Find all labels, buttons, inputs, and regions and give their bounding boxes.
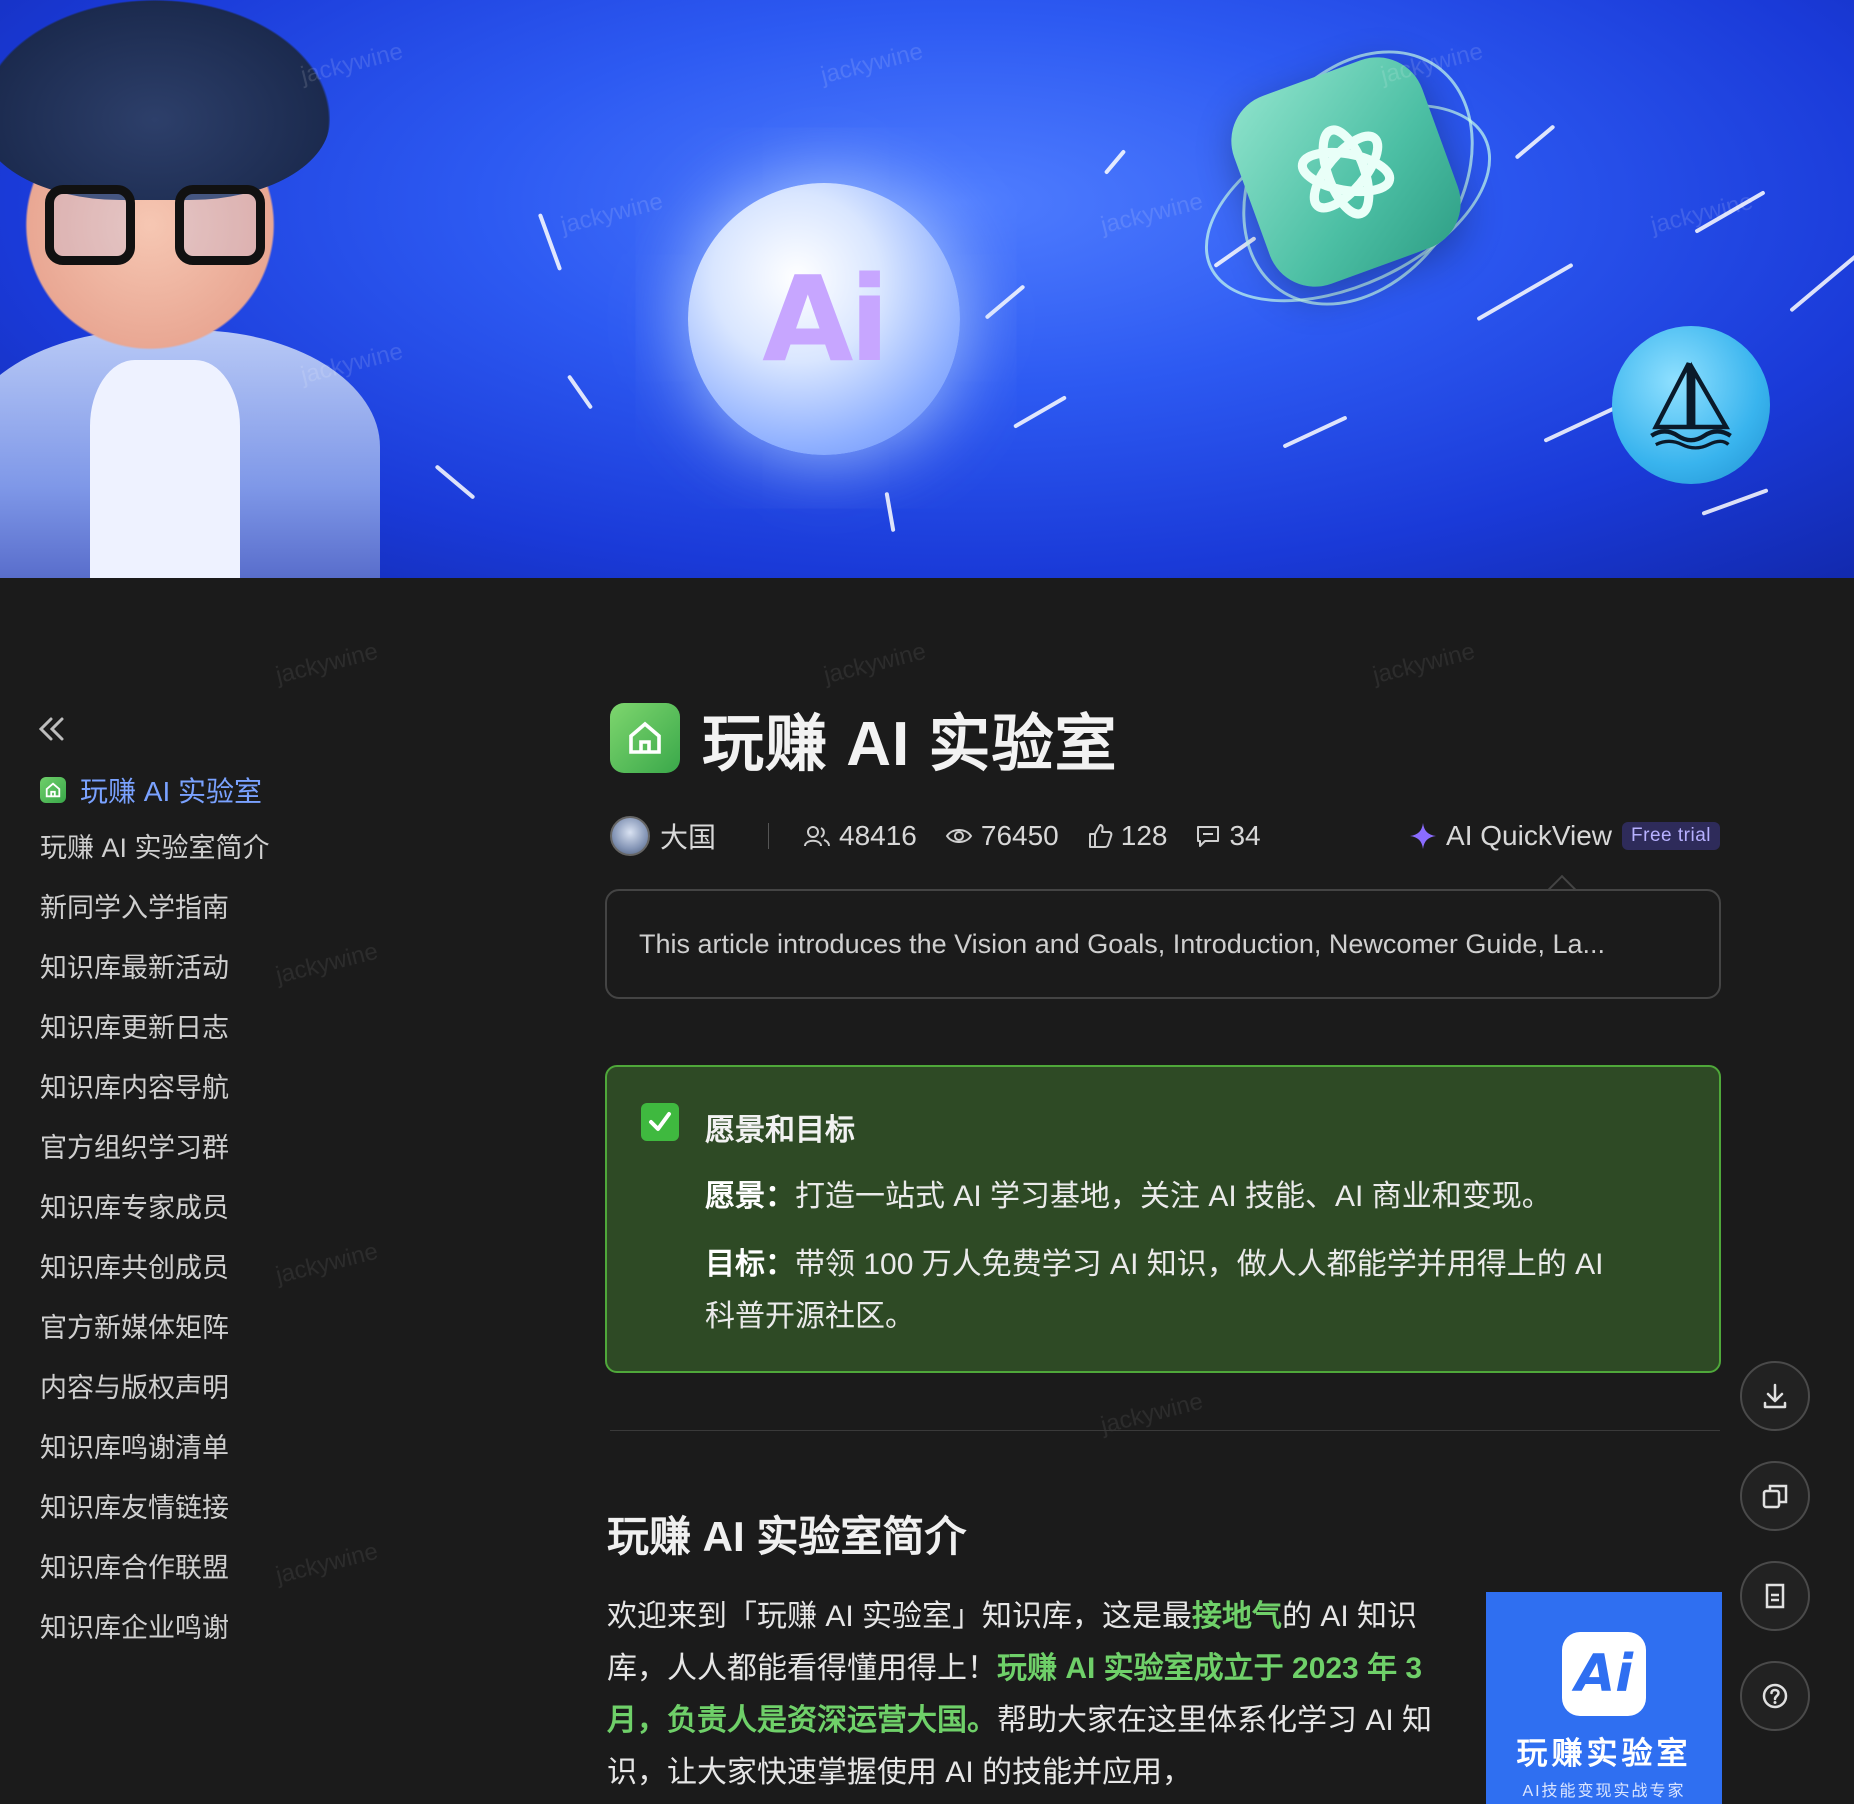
promo-tagline: AI技能变现实战专家 bbox=[1522, 1783, 1686, 1800]
ai-logo-icon: Ai bbox=[1562, 1632, 1646, 1716]
comment-icon bbox=[1197, 826, 1220, 847]
avatar[interactable] bbox=[610, 816, 650, 856]
copy-icon bbox=[1762, 1484, 1788, 1509]
thumbs-up-icon bbox=[1088, 824, 1113, 848]
ai-quickview-label: AI QuickView bbox=[1446, 820, 1613, 851]
watermark: jackywine bbox=[273, 1237, 381, 1290]
ai-bubble-logo: Ai bbox=[688, 183, 960, 455]
intro-paragraph: 欢迎来到「玩赚 AI 实验室」知识库，这是最接地气的 AI 知识库，人人都能看得… bbox=[607, 1591, 1447, 1799]
like-button[interactable]: 128 bbox=[1087, 820, 1168, 852]
users-icon bbox=[804, 826, 831, 847]
home-icon bbox=[40, 777, 66, 803]
comment-button[interactable]: 34 bbox=[1195, 820, 1261, 852]
watermark: jackywine bbox=[1098, 1387, 1206, 1440]
comment-count: 34 bbox=[1229, 820, 1261, 851]
download-icon bbox=[1763, 1383, 1787, 1409]
free-trial-badge: Free trial bbox=[1622, 822, 1720, 850]
page-title: 玩赚 AI 实验室 bbox=[702, 710, 1118, 779]
watermark: jackywine bbox=[558, 187, 666, 240]
promo-name: 玩赚实验室 bbox=[1516, 1736, 1692, 1771]
sidebar-item[interactable]: 知识库专家成员 bbox=[40, 1178, 270, 1238]
header-banner: Ai jackywine jackywine jackywine jackywi… bbox=[0, 0, 1854, 578]
document-button[interactable] bbox=[1740, 1561, 1810, 1631]
member-count: 48416 bbox=[803, 820, 917, 852]
checkmark-icon bbox=[641, 1103, 679, 1141]
vision-statement: 愿景：打造一站式 AI 学习基地，关注 AI 技能、AI 商业和变现。 bbox=[705, 1171, 1665, 1223]
double-chevron-left-icon bbox=[38, 717, 64, 741]
sidebar-item[interactable]: 知识库合作联盟 bbox=[40, 1538, 270, 1598]
section-divider bbox=[610, 1430, 1720, 1431]
sidebar-item[interactable]: 知识库友情链接 bbox=[40, 1478, 270, 1538]
section-heading: 玩赚 AI 实验室简介 bbox=[607, 1513, 967, 1560]
vision-label: 愿景： bbox=[705, 1180, 795, 1213]
watermark: jackywine bbox=[273, 937, 381, 990]
like-count: 128 bbox=[1120, 820, 1168, 851]
glasses-icon bbox=[45, 185, 275, 275]
sparkle-icon bbox=[1410, 823, 1437, 849]
help-button[interactable] bbox=[1740, 1661, 1810, 1731]
ai-bubble-text: Ai bbox=[762, 250, 890, 388]
eye-icon bbox=[945, 829, 973, 843]
sidebar-item[interactable]: 新同学入学指南 bbox=[40, 878, 270, 938]
ai-summary-text: This article introduces the Vision and G… bbox=[639, 928, 1605, 959]
sidebar-item[interactable]: 官方组织学习群 bbox=[40, 1118, 270, 1178]
watermark: jackywine bbox=[821, 637, 929, 690]
watermark: jackywine bbox=[1370, 637, 1478, 690]
watermark: jackywine bbox=[273, 637, 381, 690]
sidebar-item[interactable]: 知识库更新日志 bbox=[40, 998, 270, 1058]
sailboat-logo-icon bbox=[1612, 326, 1770, 484]
sidebar-item[interactable]: 内容与版权声明 bbox=[40, 1358, 270, 1418]
divider bbox=[768, 823, 770, 849]
author-name[interactable]: 大国 bbox=[660, 816, 716, 856]
ai-quickview-button[interactable]: AI QuickView Free trial bbox=[1408, 820, 1720, 852]
sidebar-item[interactable]: 知识库最新活动 bbox=[40, 938, 270, 998]
sidebar-item[interactable]: 官方新媒体矩阵 bbox=[40, 1298, 270, 1358]
sidebar-item[interactable]: 知识库鸣谢清单 bbox=[40, 1418, 270, 1478]
promo-image: Ai 玩赚实验室 AI技能变现实战专家 bbox=[1486, 1592, 1722, 1804]
download-button[interactable] bbox=[1740, 1361, 1810, 1431]
sidebar-item-home[interactable]: 玩赚 AI 实验室 bbox=[40, 770, 262, 810]
copy-button[interactable] bbox=[1740, 1461, 1810, 1531]
sidebar-item[interactable]: 玩赚 AI 实验室简介 bbox=[40, 818, 270, 878]
member-count-value: 48416 bbox=[839, 820, 917, 851]
watermark: jackywine bbox=[273, 1537, 381, 1590]
vision-callout: 愿景和目标 愿景：打造一站式 AI 学习基地，关注 AI 技能、AI 商业和变现… bbox=[605, 1065, 1721, 1373]
goal-text: 带领 100 万人免费学习 AI 知识，做人人都能学并用得上的 AI bbox=[795, 1248, 1604, 1281]
page-header: 玩赚 AI 实验室 bbox=[610, 693, 1117, 783]
callout-title: 愿景和目标 bbox=[705, 1114, 855, 1147]
view-count: 76450 bbox=[945, 820, 1059, 852]
sidebar-item[interactable]: 知识库企业鸣谢 bbox=[40, 1598, 270, 1658]
watermark: jackywine bbox=[1648, 187, 1756, 240]
article-meta: 大国 48416 76450 128 34 AI QuickView Free … bbox=[610, 812, 1720, 860]
intro-highlight: 接地气 bbox=[1192, 1600, 1283, 1633]
ai-summary-box[interactable]: This article introduces the Vision and G… bbox=[605, 889, 1721, 999]
watermark: jackywine bbox=[1098, 187, 1206, 240]
goal-statement: 目标：带领 100 万人免费学习 AI 知识，做人人都能学并用得上的 AI 科普… bbox=[705, 1239, 1665, 1343]
sidebar-nav: 玩赚 AI 实验室简介 新同学入学指南 知识库最新活动 知识库更新日志 知识库内… bbox=[40, 818, 270, 1658]
goal-text-continued: 科普开源社区。 bbox=[705, 1300, 915, 1333]
vision-text: 打造一站式 AI 学习基地，关注 AI 技能、AI 商业和变现。 bbox=[795, 1180, 1552, 1213]
view-count-value: 76450 bbox=[980, 820, 1059, 851]
sidebar-item[interactable]: 知识库内容导航 bbox=[40, 1058, 270, 1118]
sidebar-item[interactable]: 知识库共创成员 bbox=[40, 1238, 270, 1298]
help-icon bbox=[1762, 1683, 1788, 1709]
sidebar-collapse-button[interactable] bbox=[34, 712, 74, 746]
goal-label: 目标： bbox=[705, 1248, 795, 1281]
sidebar-title-label: 玩赚 AI 实验室 bbox=[80, 776, 263, 807]
home-icon bbox=[610, 703, 680, 773]
intro-text: 欢迎来到「玩赚 AI 实验室」知识库，这是最 bbox=[607, 1600, 1193, 1633]
watermark: jackywine bbox=[818, 37, 926, 90]
document-icon bbox=[1765, 1583, 1785, 1609]
